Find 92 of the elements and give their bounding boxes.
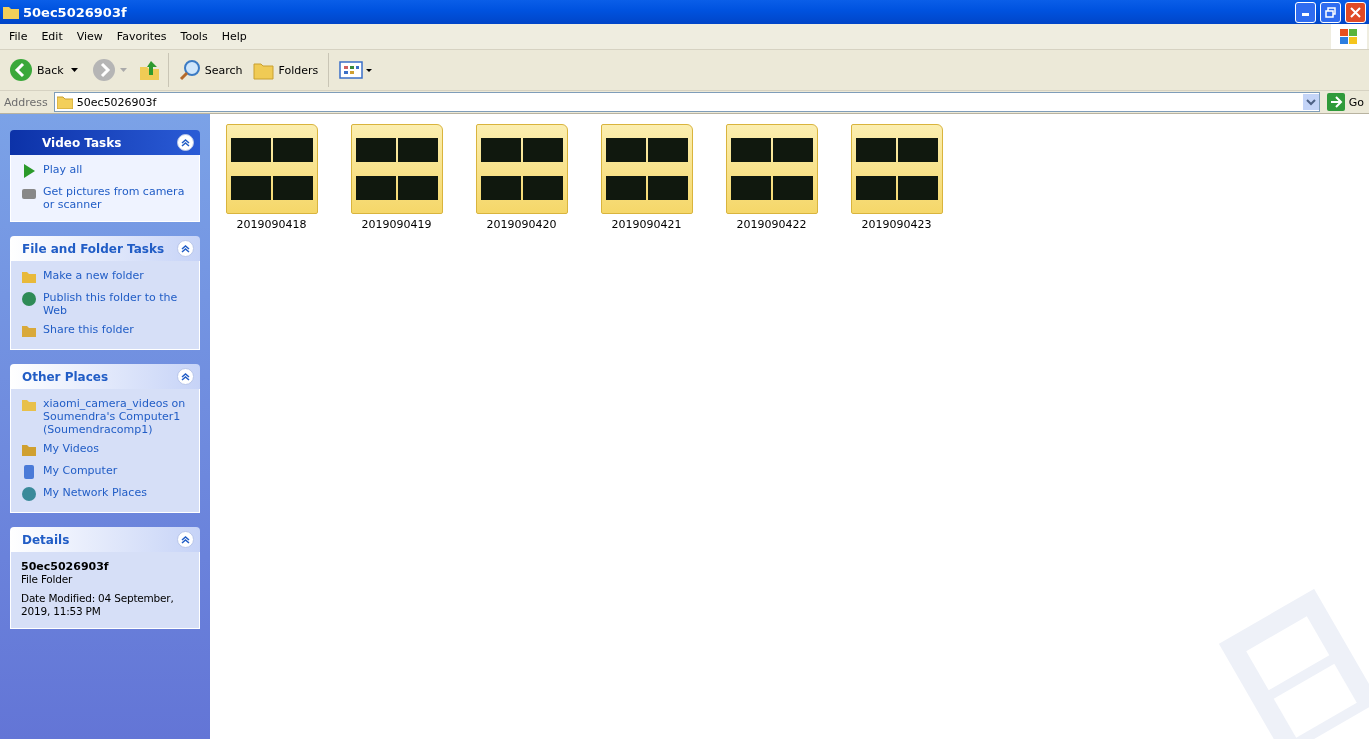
- folder-thumbnail[interactable]: [600, 124, 693, 214]
- photo-placeholder: [230, 176, 271, 200]
- minimize-button[interactable]: [1295, 1, 1316, 23]
- search-button[interactable]: Search: [175, 57, 246, 83]
- photo-placeholder: [605, 176, 646, 200]
- photo-placeholder: [772, 176, 813, 200]
- photo-placeholder: [897, 138, 938, 162]
- menu-item[interactable]: File: [2, 30, 35, 43]
- photo-placeholder: [522, 138, 563, 162]
- photo-placeholder: [772, 138, 813, 162]
- folder-thumbnail[interactable]: [475, 124, 568, 214]
- panel-title: Other Places: [22, 369, 109, 384]
- caret-icon[interactable]: [70, 68, 78, 72]
- back-button[interactable]: Back: [6, 56, 67, 84]
- task-link[interactable]: xiaomi_camera_videos on Soumendra's Computer1 (Soumendracomp1): [43, 397, 193, 436]
- folder-name[interactable]: 2019090421: [611, 218, 682, 231]
- panel-title: Video Tasks: [41, 135, 122, 150]
- collapse-button[interactable]: [177, 368, 194, 385]
- folder-name[interactable]: 2019090419: [361, 218, 432, 231]
- photo-placeholder: [605, 138, 646, 162]
- folder-icon: [56, 95, 73, 109]
- details-type: File Folder: [21, 573, 74, 586]
- folder-icon: [21, 269, 37, 285]
- task-link[interactable]: Play all: [43, 163, 83, 176]
- windows-logo-icon: [1339, 27, 1359, 46]
- up-folder-icon[interactable]: [138, 59, 161, 81]
- details-name: 50ec5026903f: [21, 560, 110, 573]
- panel-title: Details: [22, 532, 70, 547]
- restore-button[interactable]: [1320, 1, 1341, 23]
- close-button[interactable]: [1345, 1, 1366, 23]
- photo-placeholder: [355, 176, 396, 200]
- panel-title: File and Folder Tasks: [22, 241, 165, 256]
- details-date: Date Modified: 04 September, 2019, 11:53 PM: [21, 592, 175, 618]
- play-icon: [21, 163, 37, 179]
- photo-placeholder: [397, 138, 438, 162]
- photo-placeholder: [355, 138, 396, 162]
- task-link[interactable]: My Computer: [43, 464, 118, 477]
- folder-thumbnail[interactable]: [850, 124, 943, 214]
- folder-icon: [252, 60, 275, 80]
- window-title: 50ec5026903f: [23, 4, 128, 20]
- photo-placeholder: [647, 176, 688, 200]
- task-link[interactable]: Publish this folder to the Web: [43, 291, 193, 317]
- address-label: Address: [3, 95, 49, 109]
- go-arrow-icon: [1326, 93, 1345, 111]
- folder-icon: [3, 5, 19, 19]
- folder-name[interactable]: 2019090420: [486, 218, 557, 231]
- photo-placeholder: [480, 138, 521, 162]
- task-link[interactable]: Share this folder: [43, 323, 134, 336]
- folder-icon: [21, 323, 37, 339]
- photo-placeholder: [730, 138, 771, 162]
- collapse-button[interactable]: [177, 531, 194, 548]
- menu-item[interactable]: Favorites: [109, 30, 174, 43]
- close-icon: [1350, 6, 1361, 18]
- photo-placeholder: [855, 138, 896, 162]
- collapse-button[interactable]: [177, 240, 194, 257]
- collapse-button[interactable]: [177, 134, 194, 151]
- chevron-icon: [181, 372, 190, 381]
- folder-thumbnail[interactable]: [725, 124, 818, 214]
- photo-placeholder: [897, 176, 938, 200]
- photo-placeholder: [272, 138, 313, 162]
- photo-placeholder: [230, 138, 271, 162]
- search-icon: [178, 59, 201, 81]
- folders-button[interactable]: Folders: [249, 58, 322, 82]
- folder-thumbnail[interactable]: [225, 124, 318, 214]
- menu-item[interactable]: Tools: [173, 30, 215, 43]
- photo-placeholder: [397, 176, 438, 200]
- folder-name[interactable]: 2019090422: [736, 218, 807, 231]
- menu-item[interactable]: Help: [214, 30, 254, 43]
- task-link[interactable]: Get pictures from camera or scanner: [43, 185, 193, 211]
- restore-icon: [1325, 6, 1336, 18]
- folder-icon: [21, 397, 37, 413]
- photo-placeholder: [480, 176, 521, 200]
- task-link[interactable]: My Videos: [43, 442, 100, 455]
- photo-placeholder: [647, 138, 688, 162]
- chevron-icon: [181, 138, 190, 147]
- address-field[interactable]: 50ec5026903f: [53, 92, 1320, 112]
- photo-placeholder: [855, 176, 896, 200]
- chevron-icon: [181, 535, 190, 544]
- folder-thumbnail[interactable]: [350, 124, 443, 214]
- folder-name[interactable]: 2019090418: [236, 218, 307, 231]
- folder-name[interactable]: 2019090423: [861, 218, 932, 231]
- photo-placeholder: [730, 176, 771, 200]
- menu-item[interactable]: View: [69, 30, 110, 43]
- menu-item[interactable]: Edit: [34, 30, 70, 43]
- photo-placeholder: [522, 176, 563, 200]
- task-link[interactable]: Make a new folder: [43, 269, 144, 282]
- views-icon: [339, 60, 374, 80]
- dropdown-icon[interactable]: [1302, 94, 1319, 110]
- go-button[interactable]: Go: [1323, 91, 1367, 113]
- chevron-icon: [181, 244, 190, 253]
- task-link[interactable]: My Network Places: [43, 486, 147, 499]
- photo-placeholder: [272, 176, 313, 200]
